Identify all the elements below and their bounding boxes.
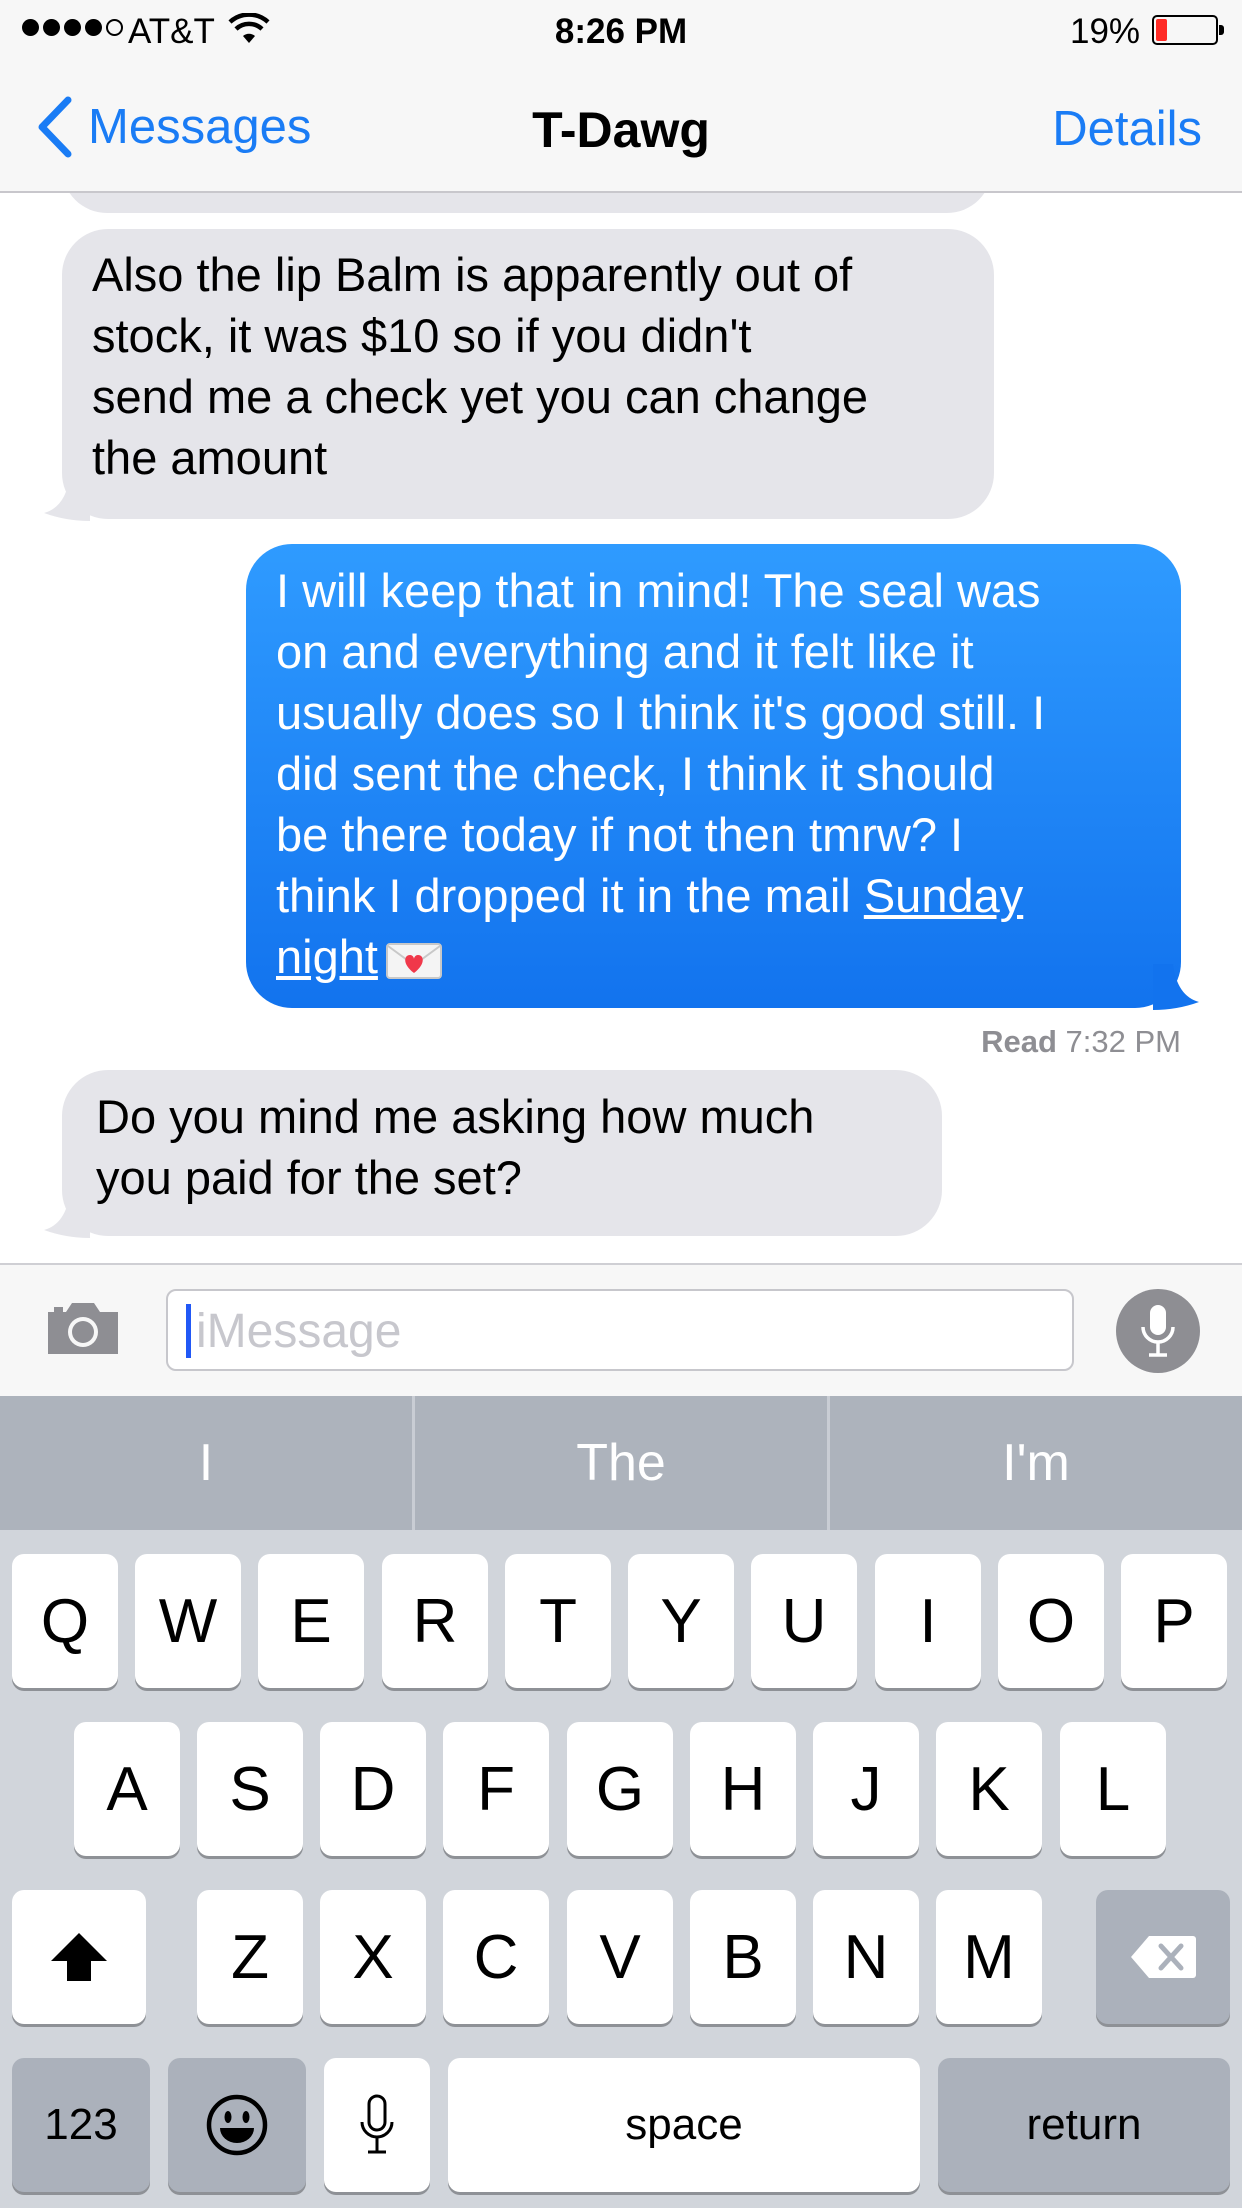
battery-icon (1152, 15, 1224, 45)
key-d[interactable]: D (320, 1722, 426, 1856)
message-bubble-partial (62, 193, 992, 213)
key-c[interactable]: C (443, 1890, 549, 2024)
message-line: did sent the check, I think it should (276, 747, 995, 800)
key-w[interactable]: W (135, 1554, 241, 1688)
battery-percent: 19% (1070, 12, 1141, 51)
message-line: Also the lip Balm is apparently out of (92, 248, 853, 301)
camera-icon[interactable] (44, 1298, 122, 1358)
message-line: Do you mind me asking how much (96, 1090, 815, 1143)
message-line: send me a check yet you can change (92, 370, 868, 423)
status-time: 8:26 PM (554, 12, 688, 51)
audio-message-button[interactable] (1116, 1289, 1200, 1373)
shift-icon (51, 1933, 107, 1981)
key-i[interactable]: I (875, 1554, 981, 1688)
key-e[interactable]: E (258, 1554, 364, 1688)
key-z[interactable]: Z (197, 1890, 303, 2024)
message-line: I will keep that in mind! The seal was (276, 564, 1041, 617)
read-receipt-label: Read (981, 1024, 1057, 1059)
message-line: stock, it was $10 so if you didn't (92, 309, 752, 362)
key-n[interactable]: N (813, 1890, 919, 2024)
message-bubble-incoming[interactable]: Do you mind me asking how much you paid … (44, 1070, 942, 1238)
details-button[interactable]: Details (1052, 101, 1202, 157)
message-line: think I dropped it in the mail (276, 869, 864, 922)
date-link-sunday[interactable]: Sunday (864, 869, 1023, 922)
message-line: the amount (92, 431, 328, 484)
message-input[interactable]: iMessage (166, 1289, 1074, 1371)
message-line: be there today if not then tmrw? I (276, 808, 964, 861)
key-s[interactable]: S (197, 1722, 303, 1856)
key-j[interactable]: J (813, 1722, 919, 1856)
text-cursor (186, 1304, 191, 1358)
key-a[interactable]: A (74, 1722, 180, 1856)
read-receipt-time: 7:32 PM (1065, 1024, 1181, 1059)
key-r[interactable]: R (382, 1554, 488, 1688)
key-o[interactable]: O (998, 1554, 1104, 1688)
shift-key[interactable] (12, 1890, 146, 2024)
keyboard: Q W E R T Y U I O P A S D F G H J K L Z … (0, 1530, 1242, 2208)
emoji-key[interactable] (168, 2058, 306, 2192)
space-key[interactable]: space (448, 2058, 920, 2192)
delete-key[interactable] (1096, 1890, 1230, 2024)
key-u[interactable]: U (751, 1554, 857, 1688)
key-q[interactable]: Q (12, 1554, 118, 1688)
delete-icon (1131, 1936, 1196, 1978)
key-m[interactable]: M (936, 1890, 1042, 2024)
microphone-icon (1141, 1305, 1175, 1357)
message-bubble-outgoing[interactable]: I will keep that in mind! The seal was o… (246, 544, 1199, 1010)
key-t[interactable]: T (505, 1554, 611, 1688)
read-receipt: Read 7:32 PM (981, 1024, 1181, 1060)
prediction-suggestion[interactable]: I'm (827, 1396, 1242, 1530)
key-g[interactable]: G (567, 1722, 673, 1856)
prediction-suggestion[interactable]: The (412, 1396, 827, 1530)
bubble-tail (44, 475, 90, 521)
return-key[interactable]: return (938, 2058, 1230, 2192)
emoji-icon (206, 2094, 268, 2156)
message-line: usually does so I think it's good still.… (276, 686, 1046, 739)
key-x[interactable]: X (320, 1890, 426, 2024)
numbers-key[interactable]: 123 (12, 2058, 150, 2192)
key-p[interactable]: P (1121, 1554, 1227, 1688)
bubble-tail (44, 1192, 90, 1238)
key-b[interactable]: B (690, 1890, 796, 2024)
status-bar: AT&T 8:26 PM 19% (0, 0, 1242, 60)
key-y[interactable]: Y (628, 1554, 734, 1688)
message-input-placeholder: iMessage (196, 1305, 402, 1358)
message-line: you paid for the set? (96, 1151, 522, 1204)
predictive-text-bar: I The I'm (0, 1396, 1242, 1530)
message-thread[interactable]: Also the lip Balm is apparently out of s… (0, 193, 1242, 1263)
key-h[interactable]: H (690, 1722, 796, 1856)
navigation-bar: Messages T-Dawg Details (0, 60, 1242, 193)
dictation-icon (360, 2094, 394, 2154)
love-letter-emoji-icon (385, 942, 442, 979)
key-v[interactable]: V (567, 1890, 673, 2024)
key-l[interactable]: L (1060, 1722, 1166, 1856)
key-f[interactable]: F (443, 1722, 549, 1856)
bubble-tail (1153, 964, 1199, 1010)
compose-bar: iMessage (0, 1263, 1242, 1396)
message-line: on and everything and it felt like it (276, 625, 974, 678)
prediction-suggestion[interactable]: I (0, 1396, 412, 1530)
dictation-key[interactable] (324, 2058, 430, 2192)
message-bubble-incoming[interactable]: Also the lip Balm is apparently out of s… (44, 229, 994, 521)
key-k[interactable]: K (936, 1722, 1042, 1856)
date-link-night[interactable]: night (276, 930, 378, 983)
